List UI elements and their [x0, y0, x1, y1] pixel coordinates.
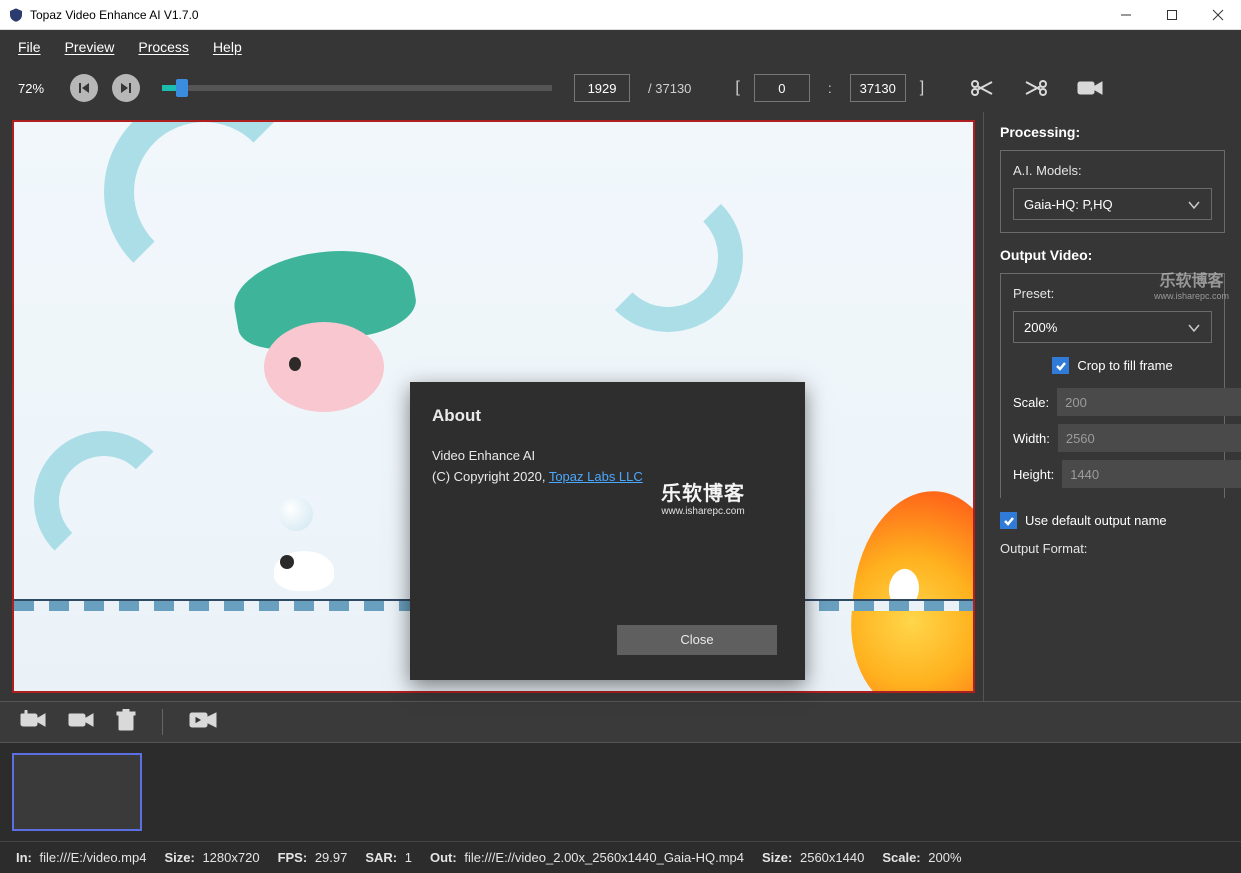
- about-product: Video Enhance AI: [432, 448, 783, 463]
- processing-box: A.I. Models: Gaia-HQ: P,HQ: [1000, 150, 1225, 233]
- add-video-icon[interactable]: [20, 710, 46, 735]
- menu-help[interactable]: Help: [213, 39, 242, 55]
- status-fps-label: FPS:: [278, 850, 308, 865]
- status-outsize-label: Size:: [762, 850, 792, 865]
- scale-row: Scale: %: [1013, 388, 1212, 416]
- height-row: Height: px: [1013, 460, 1212, 488]
- status-size: 1280x720: [202, 850, 259, 865]
- preset-select[interactable]: 200%: [1013, 311, 1212, 343]
- zoom-label: 72%: [18, 81, 44, 96]
- bracket-open: [: [735, 79, 739, 97]
- default-name-label: Use default output name: [1025, 513, 1167, 528]
- side-panel: 乐软博客 www.isharepc.com Processing: A.I. M…: [983, 112, 1241, 701]
- width-label: Width:: [1013, 431, 1050, 446]
- process-video-icon[interactable]: [189, 710, 217, 735]
- action-bar: [0, 701, 1241, 743]
- maximize-button[interactable]: [1149, 0, 1195, 30]
- status-size-label: Size:: [164, 850, 194, 865]
- close-button[interactable]: [1195, 0, 1241, 30]
- watermark: 乐软博客 www.isharepc.com: [661, 477, 745, 517]
- scale-input[interactable]: [1057, 388, 1241, 416]
- status-outsize: 2560x1440: [800, 850, 864, 865]
- about-title: About: [432, 406, 783, 426]
- total-frames-label: / 37130: [648, 81, 691, 96]
- chevron-down-icon: [1187, 321, 1201, 338]
- camera-icon[interactable]: [1076, 78, 1104, 98]
- status-fps: 29.97: [315, 850, 348, 865]
- topazlabs-link[interactable]: Topaz Labs LLC: [549, 469, 643, 484]
- status-bar: In: file:///E:/video.mp4 Size: 1280x720 …: [0, 841, 1241, 873]
- ai-model-select[interactable]: Gaia-HQ: P,HQ: [1013, 188, 1212, 220]
- trash-icon[interactable]: [116, 709, 136, 736]
- app-logo-icon: [8, 7, 24, 23]
- timeline-strip: [0, 743, 1241, 841]
- status-sar-label: SAR:: [365, 850, 397, 865]
- status-scale-label: Scale:: [882, 850, 920, 865]
- status-in-label: In:: [16, 850, 32, 865]
- menu-preview[interactable]: Preview: [65, 39, 115, 55]
- about-close-button[interactable]: Close: [617, 625, 777, 655]
- minimize-button[interactable]: [1103, 0, 1149, 30]
- processing-header: Processing:: [1000, 124, 1225, 140]
- watermark-2: 乐软博客 www.isharepc.com: [1154, 267, 1229, 301]
- default-name-row: Use default output name: [1000, 512, 1225, 529]
- default-name-checkbox[interactable]: [1000, 512, 1017, 529]
- crop-label: Crop to fill frame: [1077, 358, 1172, 373]
- height-input[interactable]: [1062, 460, 1241, 488]
- scale-label: Scale:: [1013, 395, 1049, 410]
- ai-models-label: A.I. Models:: [1013, 163, 1212, 178]
- status-in: file:///E:/video.mp4: [40, 850, 147, 865]
- window-title: Topaz Video Enhance AI V1.7.0: [30, 8, 199, 22]
- separator: [162, 709, 163, 735]
- status-scale: 200%: [928, 850, 961, 865]
- prev-frame-button[interactable]: [70, 74, 98, 102]
- range-end-input[interactable]: [850, 74, 906, 102]
- menu-file[interactable]: File: [18, 39, 41, 55]
- window-titlebar: Topaz Video Enhance AI V1.7.0: [0, 0, 1241, 30]
- output-video-box: Preset: 200% Crop to fill frame Scale: %…: [1000, 273, 1225, 498]
- menu-process[interactable]: Process: [138, 39, 189, 55]
- main-row: About Video Enhance AI (C) Copyright 202…: [0, 112, 1241, 701]
- current-frame-input[interactable]: [574, 74, 630, 102]
- cut-start-icon[interactable]: [968, 78, 996, 98]
- bracket-close: ]: [920, 79, 924, 97]
- width-row: Width: px: [1013, 424, 1212, 452]
- width-input[interactable]: [1058, 424, 1241, 452]
- status-out-label: Out:: [430, 850, 457, 865]
- toolbar: 72% / 37130 [ : ]: [0, 64, 1241, 112]
- cut-end-icon[interactable]: [1022, 78, 1050, 98]
- next-frame-button[interactable]: [112, 74, 140, 102]
- status-out: file:///E://video_2.00x_2560x1440_Gaia-H…: [464, 850, 744, 865]
- app-root: File Preview Process Help 72% / 37130 [ …: [0, 30, 1241, 873]
- preset-value: 200%: [1024, 320, 1057, 335]
- frame-slider[interactable]: [162, 85, 552, 91]
- ai-model-value: Gaia-HQ: P,HQ: [1024, 197, 1113, 212]
- range-colon: :: [828, 80, 832, 96]
- crop-checkbox[interactable]: [1052, 357, 1069, 374]
- menubar: File Preview Process Help: [0, 30, 1241, 64]
- status-sar: 1: [405, 850, 412, 865]
- timeline-thumbnail[interactable]: [12, 753, 142, 831]
- output-format-label: Output Format:: [1000, 541, 1225, 556]
- height-label: Height:: [1013, 467, 1054, 482]
- chevron-down-icon: [1187, 198, 1201, 215]
- remove-video-icon[interactable]: [68, 710, 94, 735]
- output-video-header: Output Video:: [1000, 247, 1225, 263]
- about-dialog: About Video Enhance AI (C) Copyright 202…: [410, 382, 805, 680]
- range-start-input[interactable]: [754, 74, 810, 102]
